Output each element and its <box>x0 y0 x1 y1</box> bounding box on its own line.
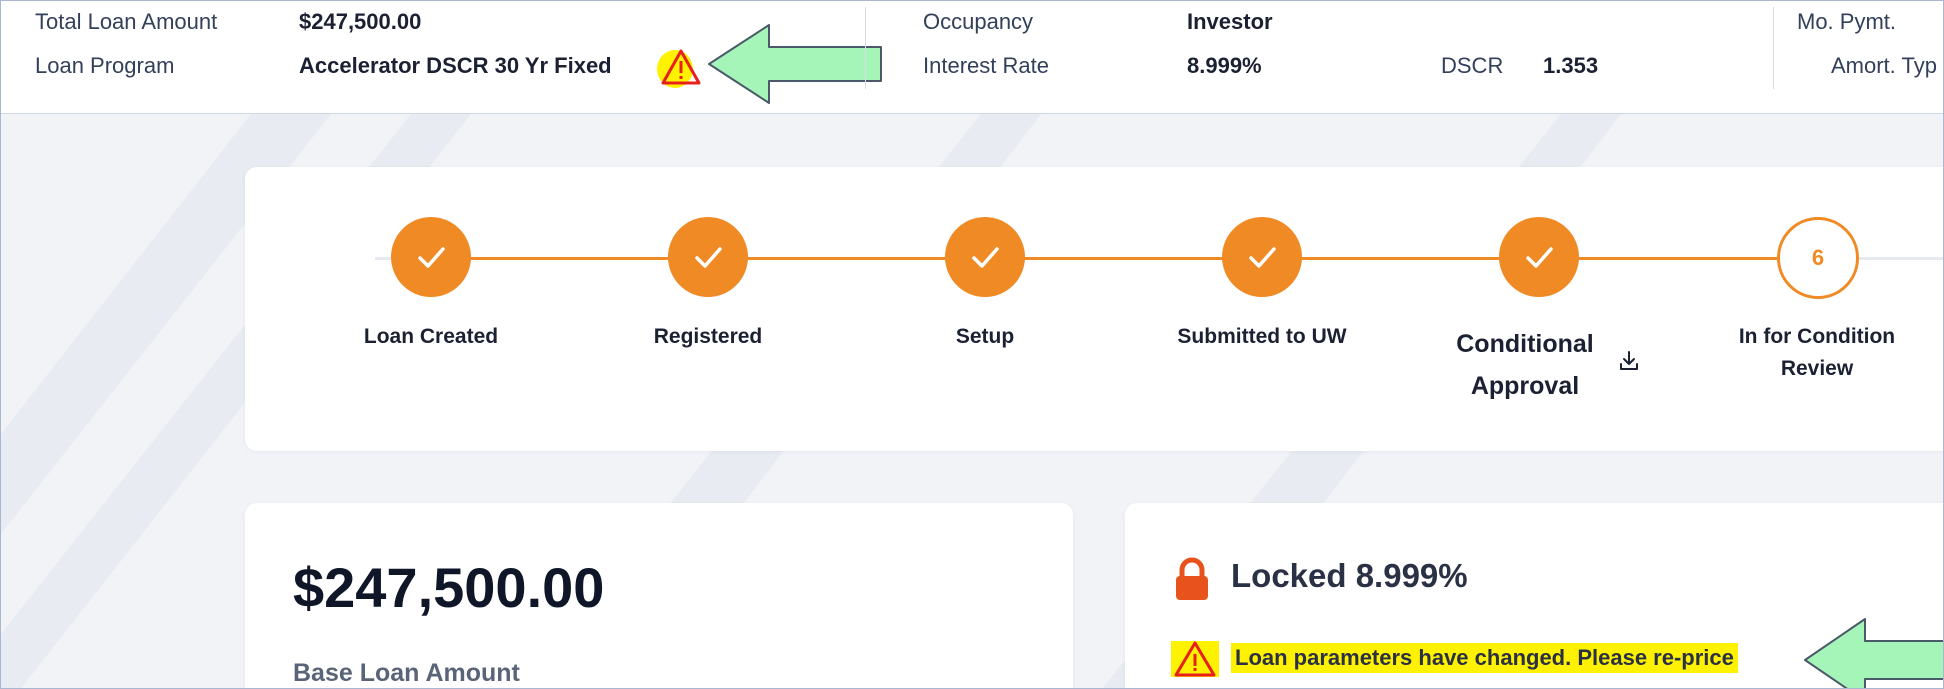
step-label: Submitted to UW <box>1177 325 1347 348</box>
reprice-warning-message: Loan parameters have changed. Please re-… <box>1231 643 1738 673</box>
occupancy-label: Occupancy <box>923 9 1034 34</box>
download-icon[interactable] <box>1617 349 1641 373</box>
loan-summary-bar: Total Loan Amount $247,500.00 Loan Progr… <box>1 1 1943 114</box>
loan-program-value: Accelerator DSCR 30 Yr Fixed <box>299 53 612 78</box>
step-registered-check-icon <box>668 217 748 297</box>
total-loan-amount-value: $247,500.00 <box>299 9 422 34</box>
amort-type-label: Amort. Typ <box>1831 53 1937 78</box>
dscr-value: 1.353 <box>1543 53 1599 78</box>
mo-pymt-label: Mo. Pymt. <box>1797 9 1897 34</box>
annotation-arrow-left-icon <box>1804 618 1943 688</box>
loan-program-warning-icon[interactable] <box>655 43 701 89</box>
lock-icon <box>1176 557 1208 600</box>
summary-divider <box>1773 7 1774 89</box>
rate-lock-card: Locked 8.999% Loan parameters have chang… <box>1125 503 1943 688</box>
lock-status-title: Locked 8.999% <box>1231 557 1468 594</box>
total-loan-amount-label: Total Loan Amount <box>35 9 218 34</box>
interest-rate-value: 8.999% <box>1187 53 1262 78</box>
loan-amount-card: $247,500.00 Base Loan Amount <box>245 503 1073 688</box>
app-frame: Total Loan Amount $247,500.00 Loan Progr… <box>0 0 1944 689</box>
step-label: Setup <box>955 325 1015 348</box>
step-label: Registered <box>653 325 763 348</box>
interest-rate-label: Interest Rate <box>923 53 1049 78</box>
annotation-arrow-left-icon <box>708 24 882 104</box>
warning-icon <box>1171 641 1219 677</box>
step-conditional-approval-check-icon <box>1499 217 1579 297</box>
step-label: Conditional Approval <box>1456 330 1594 400</box>
step-label: In for Condition Review <box>1738 325 1896 380</box>
step-loan-created-check-icon <box>391 217 471 297</box>
step-setup-check-icon <box>945 217 1025 297</box>
stepper-track-progress <box>433 257 1805 260</box>
step-in-for-condition-review-number: 6 <box>1777 217 1859 299</box>
dscr-label: DSCR <box>1441 53 1504 78</box>
base-loan-amount-value: $247,500.00 <box>293 556 605 619</box>
loan-progress-stepper: 6 Loan Created Registered Setup Submitte… <box>245 167 1943 451</box>
summary-divider <box>865 7 866 89</box>
step-submitted-check-icon <box>1222 217 1302 297</box>
base-loan-amount-label: Base Loan Amount <box>293 659 520 687</box>
occupancy-value: Investor <box>1187 9 1273 34</box>
step-label: Loan Created <box>363 325 499 348</box>
loan-program-label: Loan Program <box>35 53 175 78</box>
